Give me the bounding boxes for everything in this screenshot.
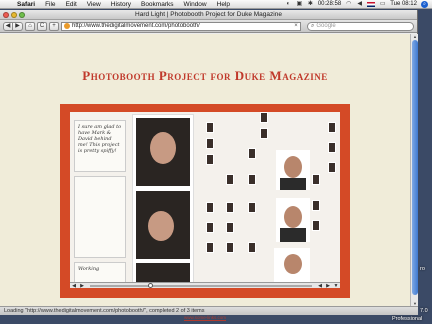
thumbnail	[312, 174, 320, 185]
thumbnail	[226, 222, 234, 233]
thumbnail	[260, 112, 268, 123]
toolbar: ◀ ▶ ⌂ C + http://www.thedigitalmovement.…	[0, 20, 417, 33]
battery-icon[interactable]: ▭	[379, 1, 386, 8]
spotlight-icon[interactable]: ⌕	[421, 0, 428, 8]
media-controls: ◀ ▶ ◀ ▶ ▼	[70, 282, 340, 288]
note-card-lower	[74, 176, 126, 258]
note-text: I sure am glad to have Mark & David behi…	[78, 124, 122, 154]
menu-extras: ◐ ▣ ✱ 00:28:58 ◠ ◀ ▭ Tue 08:12 ⌕	[285, 0, 432, 8]
thumbnail	[226, 202, 234, 213]
volume-control-icon[interactable]: ◀	[70, 283, 78, 289]
status-bar: Loading "http://www.thedigitalmovement.c…	[0, 306, 418, 315]
menu-clock-elapsed[interactable]: 00:28:58	[318, 1, 341, 7]
menu-help[interactable]: Help	[212, 0, 235, 9]
menu-view[interactable]: View	[82, 0, 106, 9]
uk-flag-icon[interactable]	[367, 1, 376, 7]
home-button[interactable]: ⌂	[25, 21, 35, 31]
forward-button[interactable]: ▶	[13, 21, 23, 31]
monitor-icon[interactable]: ▣	[296, 1, 303, 8]
thumbnail	[206, 154, 214, 165]
menu-safari[interactable]: Safari	[12, 0, 40, 9]
desktop-icon-label[interactable]: ro	[420, 266, 425, 272]
browser-window: Hard Light | Photobooth Project for Duke…	[0, 10, 418, 320]
footer-link[interactable]: www.some-links.com	[0, 315, 410, 320]
close-icon[interactable]	[3, 12, 9, 18]
search-field[interactable]: ⌕ Google	[307, 21, 414, 31]
volume-icon[interactable]: ◀	[356, 1, 363, 8]
photo-strip	[132, 114, 194, 286]
reload-button[interactable]: C	[37, 21, 47, 31]
photobooth-image: I sure am glad to have Mark & David behi…	[70, 112, 340, 288]
play-icon[interactable]: ▶	[78, 283, 86, 289]
thumbnail	[206, 122, 214, 133]
menu-clock[interactable]: Tue 08:12	[390, 1, 417, 7]
stop-icon[interactable]: ×	[292, 23, 300, 29]
photo-shot	[136, 118, 190, 186]
zoom-icon[interactable]	[19, 12, 25, 18]
thumbnail	[206, 202, 214, 213]
photo-shot	[136, 191, 190, 259]
thumbnail	[312, 200, 320, 211]
note-bottom-text: Working	[78, 266, 100, 272]
menu-bookmarks[interactable]: Bookmarks	[136, 0, 179, 9]
menu-history[interactable]: History	[106, 0, 136, 9]
thumbnail	[260, 128, 268, 139]
thumbnail	[226, 174, 234, 185]
thumbnail	[206, 242, 214, 253]
thumbnail	[248, 148, 256, 159]
site-favicon-icon	[64, 23, 70, 29]
minimize-icon[interactable]	[11, 12, 17, 18]
thumbnail	[206, 222, 214, 233]
add-bookmark-button[interactable]: +	[49, 21, 59, 31]
menu-window[interactable]: Window	[179, 0, 212, 9]
thumbnail	[328, 122, 336, 133]
thumbnail	[206, 138, 214, 149]
menu-arrow-icon[interactable]: ▼	[332, 283, 340, 289]
web-content: Photobooth Project for Duke Magazine I s…	[0, 34, 410, 320]
window-title: Hard Light | Photobooth Project for Duke…	[135, 11, 282, 18]
bluetooth-icon[interactable]: ✱	[307, 1, 314, 8]
thumbnail	[312, 220, 320, 231]
media-scrubber[interactable]	[148, 282, 153, 288]
portrait-photo	[276, 198, 310, 242]
page-title: Photobooth Project for Duke Magazine	[82, 68, 328, 83]
photo-frame: I sure am glad to have Mark & David behi…	[60, 104, 350, 298]
address-text[interactable]: http://www.thedigitalmovement.com/photob…	[72, 23, 292, 29]
search-icon: ⌕	[311, 22, 315, 29]
desktop-icon-label[interactable]: Professional	[392, 316, 422, 322]
menu-file[interactable]: File	[40, 0, 60, 9]
thumbnail	[328, 142, 336, 153]
moon-icon[interactable]: ◐	[285, 1, 292, 8]
thumbnail	[226, 242, 234, 253]
title-bar: Hard Light | Photobooth Project for Duke…	[0, 10, 417, 20]
media-progress-track[interactable]	[90, 282, 312, 288]
desktop-icon-label[interactable]: 7.0	[420, 308, 428, 314]
wifi-icon[interactable]: ◠	[345, 1, 352, 8]
portrait-photo	[276, 150, 310, 190]
fast-forward-icon[interactable]: ▶	[324, 283, 332, 289]
thumbnail	[248, 242, 256, 253]
thumbnail	[328, 162, 336, 173]
address-bar[interactable]: http://www.thedigitalmovement.com/photob…	[61, 21, 301, 31]
portrait-photo	[274, 248, 310, 282]
thumbnail	[248, 202, 256, 213]
search-placeholder: Google	[316, 23, 336, 29]
menu-edit[interactable]: Edit	[61, 0, 82, 9]
thumbnail	[248, 174, 256, 185]
scroll-up-icon[interactable]: ▲	[411, 34, 419, 39]
vertical-scrollbar[interactable]: ▲ ▼	[410, 34, 418, 306]
menu-bar: Safari File Edit View History Bookmarks …	[0, 0, 432, 9]
back-button[interactable]: ◀	[3, 21, 13, 31]
rewind-icon[interactable]: ◀	[316, 283, 324, 289]
note-card: I sure am glad to have Mark & David behi…	[74, 120, 126, 172]
scroll-thumb[interactable]	[412, 40, 418, 295]
